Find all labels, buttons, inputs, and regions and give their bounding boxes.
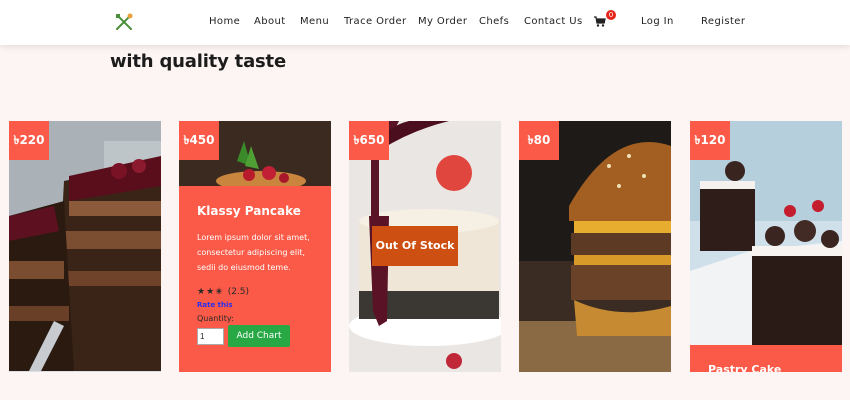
nav-about[interactable]: About <box>254 16 286 27</box>
price-tag: ৳120 <box>690 121 730 160</box>
nav-my-order[interactable]: My Order <box>418 16 467 27</box>
rating-row: ★★✬ (2.5) <box>197 287 331 297</box>
price-tag: ৳80 <box>519 121 559 160</box>
rating-value: (2.5) <box>227 287 250 297</box>
rate-this-link[interactable]: Rate this <box>197 301 331 309</box>
product-name: Pastry Cake <box>690 345 842 372</box>
price-tag: ৳450 <box>179 121 219 160</box>
product-card-chocolate-cake[interactable]: ৳220 <box>9 121 161 372</box>
price-tag: ৳220 <box>9 121 49 160</box>
product-name: Klassy Pancake <box>197 204 301 218</box>
product-card-burger[interactable]: ৳80 <box>519 121 671 372</box>
product-detail-panel: Klassy Pancake Lorem ipsum dolor sit ame… <box>179 186 331 372</box>
quantity-input[interactable] <box>197 327 224 345</box>
quantity-label: Quantity: <box>197 314 234 323</box>
nav-chefs[interactable]: Chefs <box>479 16 509 27</box>
cart-icon[interactable] <box>594 16 606 28</box>
product-description: Lorem ipsum dolor sit amet, consectetur … <box>197 233 310 272</box>
add-chart-button[interactable]: Add Chart <box>228 325 290 347</box>
product-card-klassy-pancake[interactable]: ৳450 Klassy Pancake Lorem ipsum dolor si… <box>179 121 331 372</box>
product-card-cheesecake[interactable]: ৳650 Out Of Stock <box>349 121 501 372</box>
nav-register[interactable]: Register <box>701 16 745 27</box>
product-card-pastry-cake[interactable]: ৳120 Pastry Cake <box>690 121 842 372</box>
top-navbar: Home About Menu Trace Order My Order Che… <box>0 0 850 45</box>
price-tag: ৳650 <box>349 121 389 160</box>
cart-count-badge: 0 <box>606 10 616 20</box>
out-of-stock-badge: Out Of Stock <box>372 226 458 266</box>
nav-contact-us[interactable]: Contact Us <box>524 16 583 27</box>
logo-utensils-icon[interactable] <box>114 12 134 32</box>
quantity-row: Add Chart <box>197 325 331 347</box>
nav-login[interactable]: Log In <box>641 16 674 27</box>
nav-home[interactable]: Home <box>209 16 240 27</box>
section-heading: with quality taste <box>110 51 286 72</box>
nav-menu[interactable]: Menu <box>300 16 329 27</box>
star-rating-icon: ★★✬ <box>197 287 224 297</box>
nav-trace-order[interactable]: Trace Order <box>344 16 407 27</box>
